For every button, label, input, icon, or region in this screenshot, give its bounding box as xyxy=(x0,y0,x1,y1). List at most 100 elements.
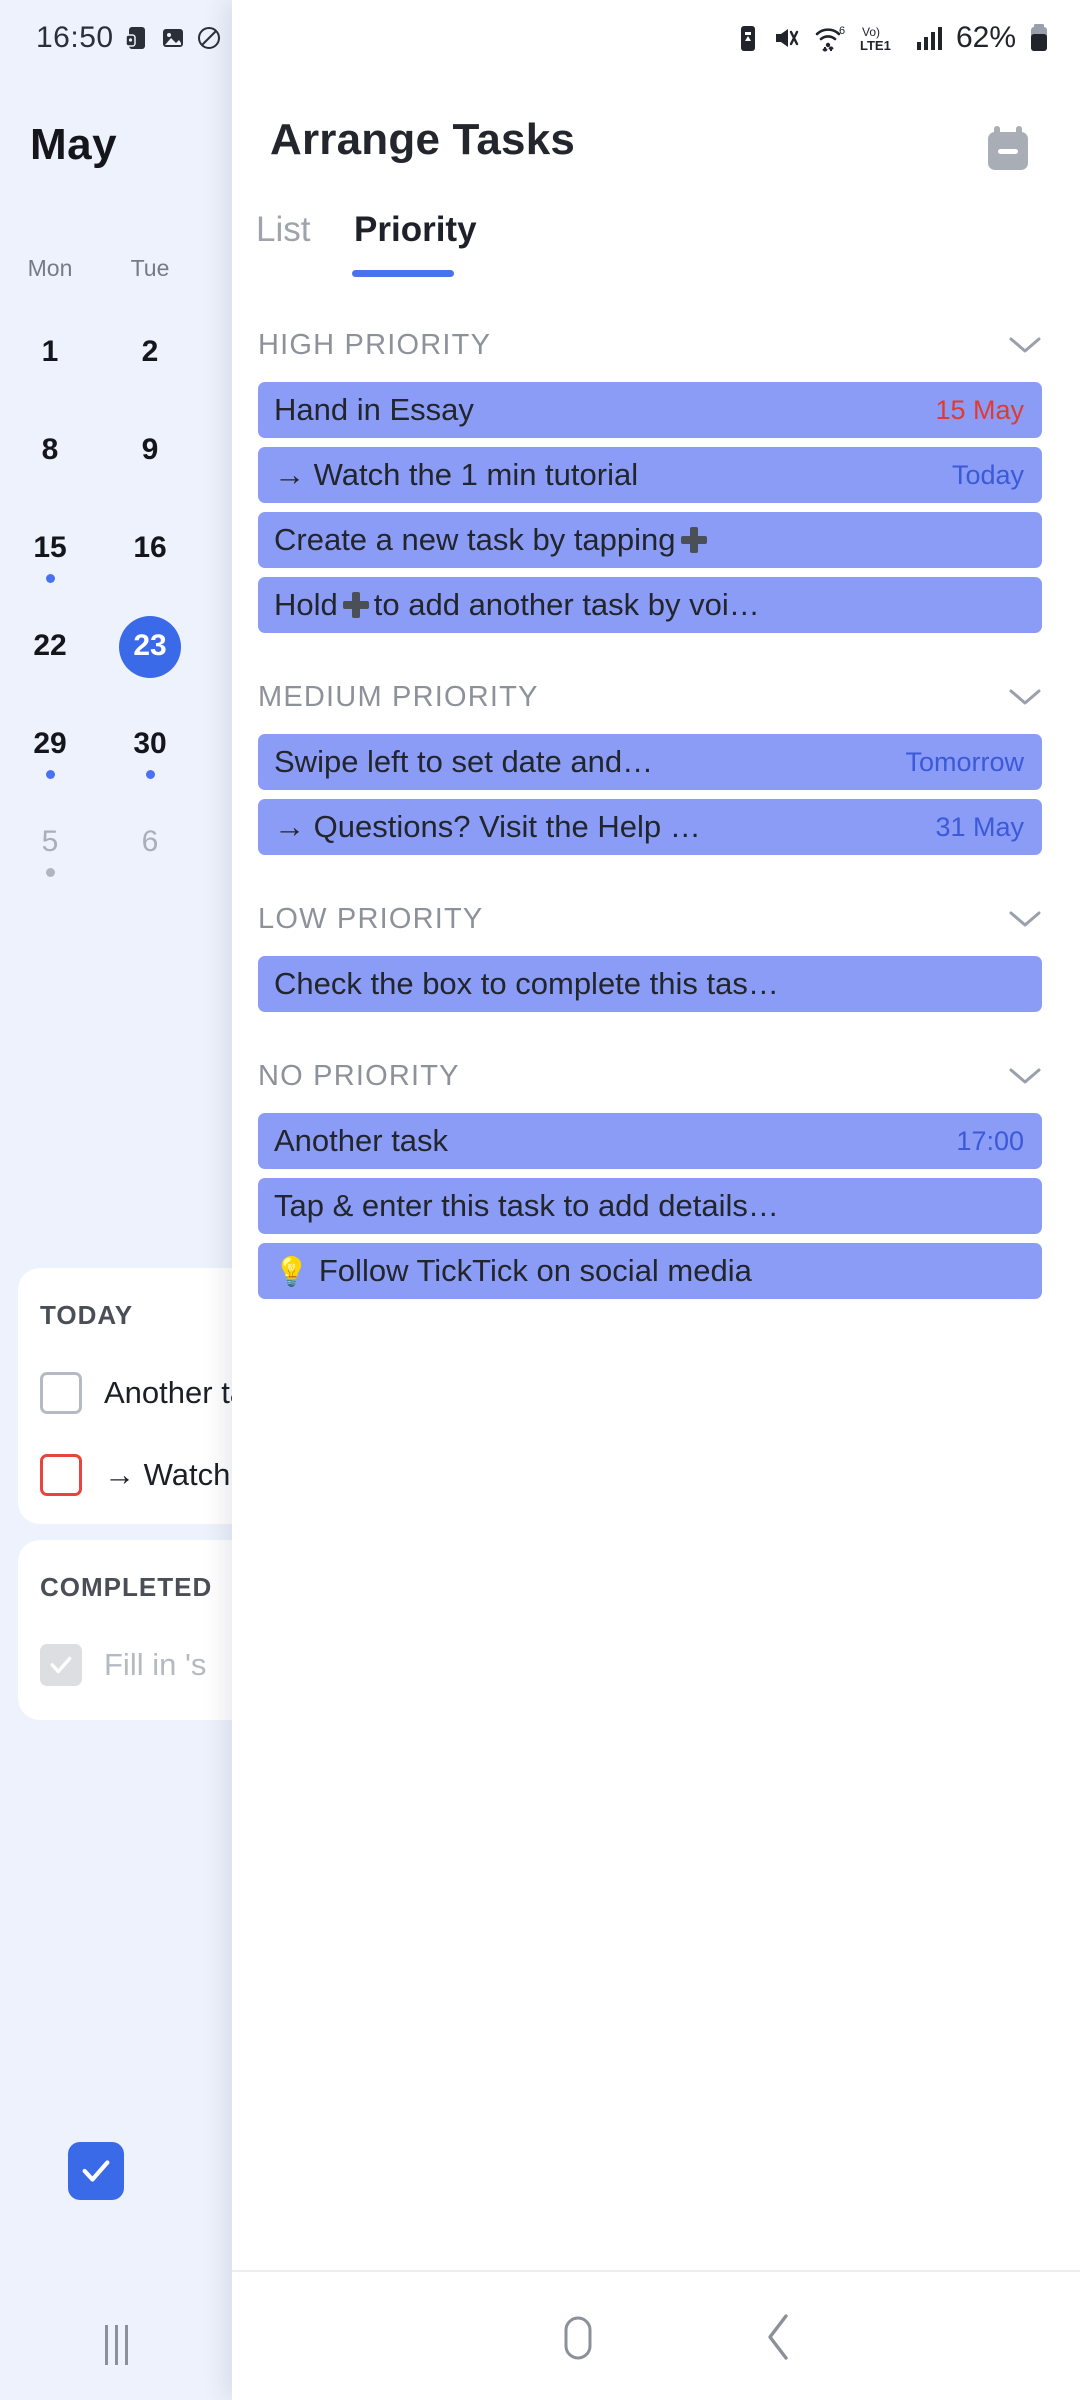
priority-section-header[interactable]: MEDIUM PRIORITY xyxy=(232,660,1080,734)
chevron-down-icon[interactable] xyxy=(1008,335,1042,355)
arrange-tasks-panel: 6 Vo) LTE1 62% Arrange Tasks List Priorit… xyxy=(232,0,1080,2400)
priority-section-header[interactable]: NO PRIORITY xyxy=(232,1039,1080,1113)
calendar-day-cell[interactable]: 8 xyxy=(0,418,100,516)
calendar-day-cell[interactable]: 15 xyxy=(0,516,100,614)
task-text-body: → Watch the 1 min tutorial xyxy=(274,457,639,492)
task-pill[interactable]: Another task 17:00 xyxy=(258,1113,1042,1169)
checkbox-unchecked-red-icon[interactable] xyxy=(40,1454,82,1496)
task-pill-text: Hand in Essay xyxy=(274,392,921,428)
list-item[interactable]: Fill in 's xyxy=(40,1644,206,1686)
weekday-label: W xyxy=(200,255,232,282)
task-text-body: Check the box to complete this tas… xyxy=(274,966,779,1001)
add-task-fab[interactable] xyxy=(68,2142,124,2200)
today-card: TODAY Another ta → Watch xyxy=(18,1268,232,1524)
calendar-week-row: 12 xyxy=(0,320,232,418)
task-pill-text: Check the box to complete this tas… xyxy=(274,966,1024,1002)
svg-text:LTE1: LTE1 xyxy=(860,38,891,53)
task-due-date: Today xyxy=(951,459,1024,490)
battery-saver-icon xyxy=(736,23,760,53)
status-clock: 16:50 xyxy=(36,21,114,54)
home-icon[interactable] xyxy=(550,2310,606,2371)
task-pill[interactable]: 💡 Follow TickTick on social media xyxy=(258,1243,1042,1299)
calendar-day-cell[interactable]: 5 xyxy=(0,810,100,908)
task-due-date: 31 May xyxy=(935,811,1024,842)
priority-section-label: NO PRIORITY xyxy=(258,1059,460,1092)
list-item[interactable]: Another ta xyxy=(40,1372,232,1414)
tab-list[interactable]: List xyxy=(256,210,310,250)
chevron-down-icon[interactable] xyxy=(1008,909,1042,929)
calendar-day-number: 5 xyxy=(41,825,59,858)
calendar-event-dot xyxy=(145,770,155,779)
calendar-day-number: 22 xyxy=(33,629,67,662)
task-pill[interactable]: → Watch the 1 min tutorial Today xyxy=(258,447,1042,503)
task-pill[interactable]: Hand in Essay 15 May xyxy=(258,382,1042,438)
task-pill-text: Another task xyxy=(274,1123,942,1159)
task-text-body: Follow TickTick on social media xyxy=(318,1253,752,1288)
priority-section-label: MEDIUM PRIORITY xyxy=(258,680,539,713)
signal-icon xyxy=(916,23,944,53)
calendar-event-dot xyxy=(45,868,55,877)
tab-active-underline xyxy=(352,270,454,277)
tab-bar: List Priority xyxy=(232,210,1080,302)
calendar-grid: 1 2 8 9 15 16 22 23 29 30 5 6 xyxy=(0,320,232,908)
task-pill-text: Create a new task by tapping xyxy=(274,522,1024,558)
back-icon[interactable] xyxy=(752,2308,808,2371)
wifi-icon: 6 xyxy=(814,23,848,53)
task-text-body: Tap & enter this task to add details… xyxy=(274,1188,779,1223)
task-pill[interactable]: Hold to add another task by voi… xyxy=(258,577,1042,633)
calendar-day-cell[interactable]: 30 xyxy=(100,712,200,810)
calendar-day-cell[interactable]: 1 xyxy=(0,320,100,418)
task-pill[interactable]: Check the box to complete this tas… xyxy=(258,956,1042,1012)
task-pill[interactable]: Swipe left to set date and… Tomorrow xyxy=(258,734,1042,790)
priority-section-header[interactable]: HIGH PRIORITY xyxy=(232,308,1080,382)
weekday-label: Tue xyxy=(130,255,170,281)
task-pill[interactable]: Tap & enter this task to add details… xyxy=(258,1178,1042,1234)
checkbox-unchecked-icon[interactable] xyxy=(40,1372,82,1414)
task-due-date: Tomorrow xyxy=(905,746,1024,777)
task-text-body: Another task xyxy=(274,1123,449,1158)
calendar-day-cell[interactable]: 9 xyxy=(100,418,200,516)
volte-icon: Vo) LTE1 xyxy=(860,23,904,53)
svg-text:6: 6 xyxy=(839,25,845,37)
calendar-day-number: 8 xyxy=(41,433,59,466)
calendar-day-number: 23 xyxy=(133,629,167,662)
no-sim-icon xyxy=(196,24,222,52)
calendar-month-title: May xyxy=(30,120,118,169)
page-title: Arrange Tasks xyxy=(270,115,576,164)
calendar-day-cell[interactable]: 22 xyxy=(0,614,100,712)
task-pill[interactable]: Create a new task by tapping xyxy=(258,512,1042,568)
calendar-minus-icon[interactable] xyxy=(980,122,1036,183)
calendar-day-number: 30 xyxy=(133,727,167,760)
left-nav-bar xyxy=(0,2290,232,2400)
checkbox-checked-icon[interactable] xyxy=(40,1644,82,1686)
chevron-down-icon[interactable] xyxy=(1008,1066,1042,1086)
battery-percent-label: 62% xyxy=(955,21,1016,54)
list-item[interactable]: → Watch xyxy=(40,1454,230,1496)
priority-section-header[interactable]: LOW PRIORITY xyxy=(232,882,1080,956)
task-pill[interactable]: → Questions? Visit the Help … 31 May xyxy=(258,799,1042,855)
calendar-day-cell[interactable]: 23 xyxy=(100,614,200,712)
app-header: Arrange Tasks xyxy=(232,76,1080,204)
task-pill-text: → Watch the 1 min tutorial xyxy=(274,457,938,493)
calendar-day-cell[interactable]: 6 xyxy=(100,810,200,908)
recents-icon[interactable] xyxy=(104,2325,128,2365)
left-status-bar: 16:50 xyxy=(0,0,232,76)
calendar-week-row: 15 16 xyxy=(0,516,232,614)
task-due-date: 15 May xyxy=(935,394,1024,425)
calendar-weekday-row: Mon Tue W xyxy=(0,255,232,282)
task-label: Fill in 's xyxy=(104,1647,207,1682)
task-pill-text: 💡 Follow TickTick on social media xyxy=(274,1253,1024,1289)
calendar-event-dot xyxy=(45,770,55,779)
calendar-day-cell[interactable]: 2 xyxy=(100,320,200,418)
right-nav-bar xyxy=(232,2270,1080,2400)
chevron-down-icon[interactable] xyxy=(1008,687,1042,707)
tab-priority[interactable]: Priority xyxy=(354,210,477,250)
calendar-day-cell[interactable]: 16 xyxy=(100,516,200,614)
calendar-day-cell[interactable]: 29 xyxy=(0,712,100,810)
task-due-date: 17:00 xyxy=(956,1125,1024,1156)
calendar-week-row: 89 xyxy=(0,418,232,516)
